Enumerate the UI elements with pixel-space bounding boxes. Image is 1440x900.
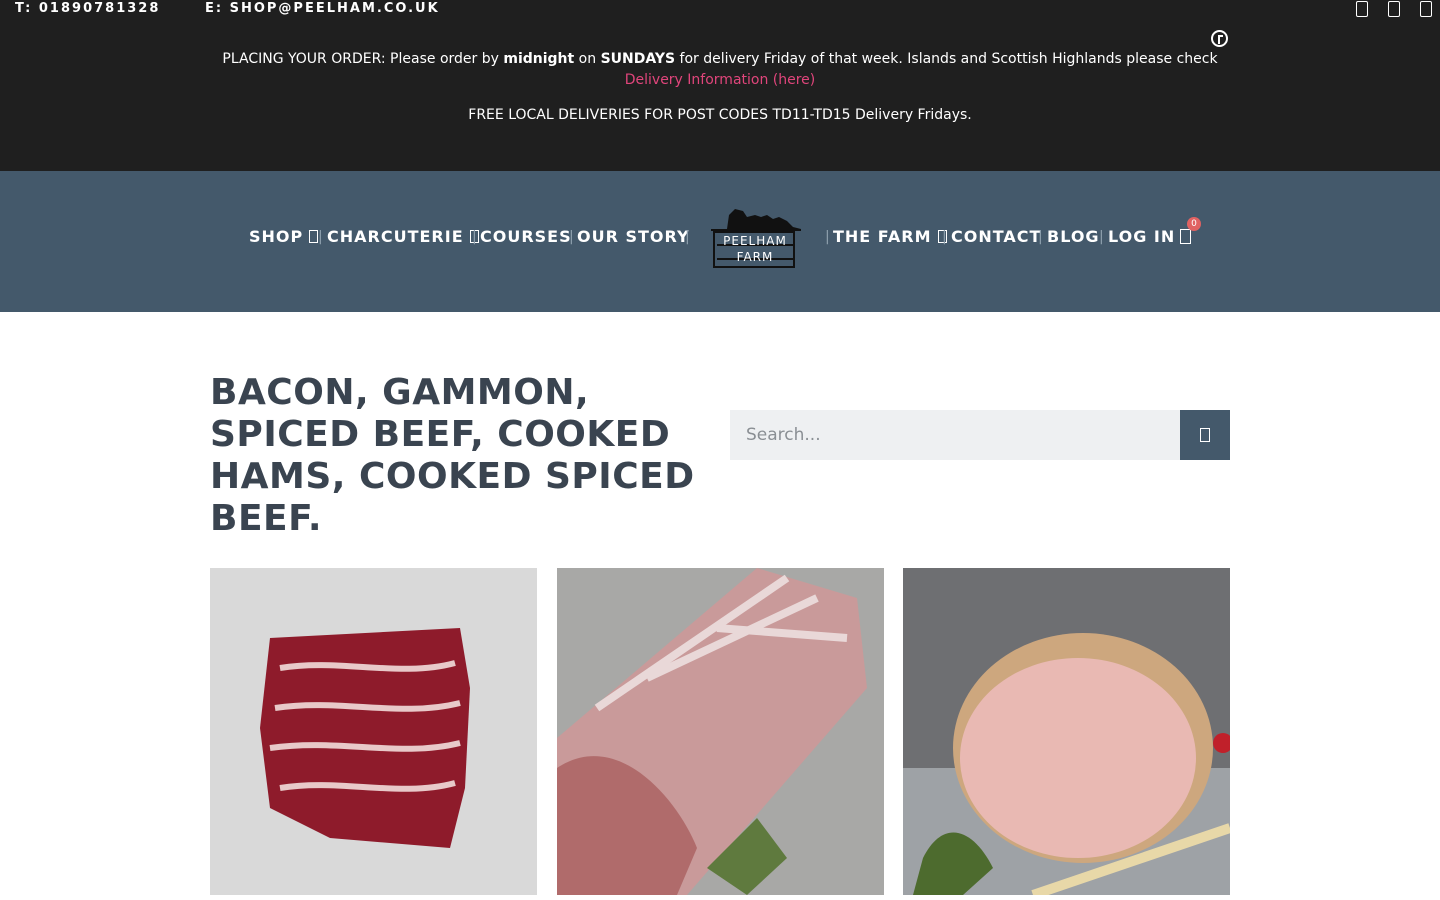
- nav-item-courses[interactable]: COURSES: [480, 227, 572, 246]
- nav-separator: |: [318, 229, 323, 245]
- nav-label-charcuterie: CHARCUTERIE: [327, 227, 464, 246]
- nav-separator: |: [569, 229, 574, 245]
- phone-number[interactable]: T: 01890781328: [15, 1, 160, 16]
- page-title: BACON, GAMMON, SPICED BEEF, COOKED HAMS,…: [210, 372, 695, 539]
- logo-text-line1: PEELHAM: [723, 234, 787, 248]
- chevron-down-icon: [309, 230, 319, 243]
- main-navigation: SHOP | CHARCUTERIE | COURSES | OUR STORY…: [0, 171, 1440, 312]
- logo-text-line2: FARM: [736, 250, 774, 264]
- search-icon: [1200, 428, 1210, 442]
- product-photo-rolled-beef: [557, 568, 884, 895]
- product-photo-cooked-ham: [903, 568, 1230, 895]
- nav-label-shop: SHOP: [249, 227, 304, 246]
- accessibility-icon[interactable]: [1211, 30, 1228, 47]
- nav-separator: |: [942, 229, 947, 245]
- nav-item-blog[interactable]: BLOG: [1047, 227, 1100, 246]
- order-notice-text-suffix: for delivery Friday of that week. Island…: [675, 51, 1218, 67]
- product-image-rolled-beef[interactable]: [557, 568, 884, 895]
- order-notice-text-mid: on: [574, 51, 601, 67]
- cart-count-badge: 0: [1187, 217, 1201, 231]
- nav-item-shop[interactable]: SHOP: [249, 227, 319, 246]
- nav-separator: |: [1099, 229, 1104, 245]
- cart-icon[interactable]: [1180, 229, 1191, 244]
- product-image-spiced-beef[interactable]: [210, 568, 537, 895]
- nav-separator: |: [685, 229, 690, 245]
- nav-item-our-story[interactable]: OUR STORY: [577, 227, 690, 246]
- delivery-info-link[interactable]: Delivery Information (here): [0, 72, 1440, 88]
- peelham-farm-logo[interactable]: PEELHAM FARM: [705, 201, 805, 271]
- nav-label-the-farm: THE FARM: [833, 227, 932, 246]
- order-notice-bold-sundays: SUNDAYS: [600, 51, 676, 67]
- nav-item-the-farm[interactable]: THE FARM: [833, 227, 947, 246]
- nav-item-log-in[interactable]: LOG IN: [1108, 227, 1175, 246]
- social-icon-2[interactable]: [1388, 1, 1400, 17]
- local-delivery-notice: FREE LOCAL DELIVERIES FOR POST CODES TD1…: [468, 107, 972, 123]
- social-icon-3[interactable]: [1420, 1, 1432, 17]
- email-address[interactable]: E: SHOP@PEELHAM.CO.UK: [205, 1, 440, 16]
- search-button[interactable]: [1180, 410, 1230, 460]
- nav-item-contact[interactable]: CONTACT: [951, 227, 1041, 246]
- nav-separator: |: [1038, 229, 1043, 245]
- order-notice: PLACING YOUR ORDER: Please order by midn…: [0, 51, 1440, 67]
- product-image-cooked-ham[interactable]: [903, 568, 1230, 895]
- nav-item-charcuterie[interactable]: CHARCUTERIE: [327, 227, 479, 246]
- social-icon-1[interactable]: [1356, 1, 1368, 17]
- search-form: [730, 410, 1230, 460]
- order-notice-bold-midnight: midnight: [503, 51, 575, 67]
- search-input[interactable]: [730, 410, 1180, 460]
- top-info-bar: T: 01890781328 E: SHOP@PEELHAM.CO.UK PLA…: [0, 0, 1440, 171]
- nav-separator: |: [825, 229, 830, 245]
- product-photo-sliced-beef: [210, 568, 537, 895]
- nav-separator: |: [472, 229, 477, 245]
- order-notice-text: PLACING YOUR ORDER: Please order by: [222, 51, 504, 67]
